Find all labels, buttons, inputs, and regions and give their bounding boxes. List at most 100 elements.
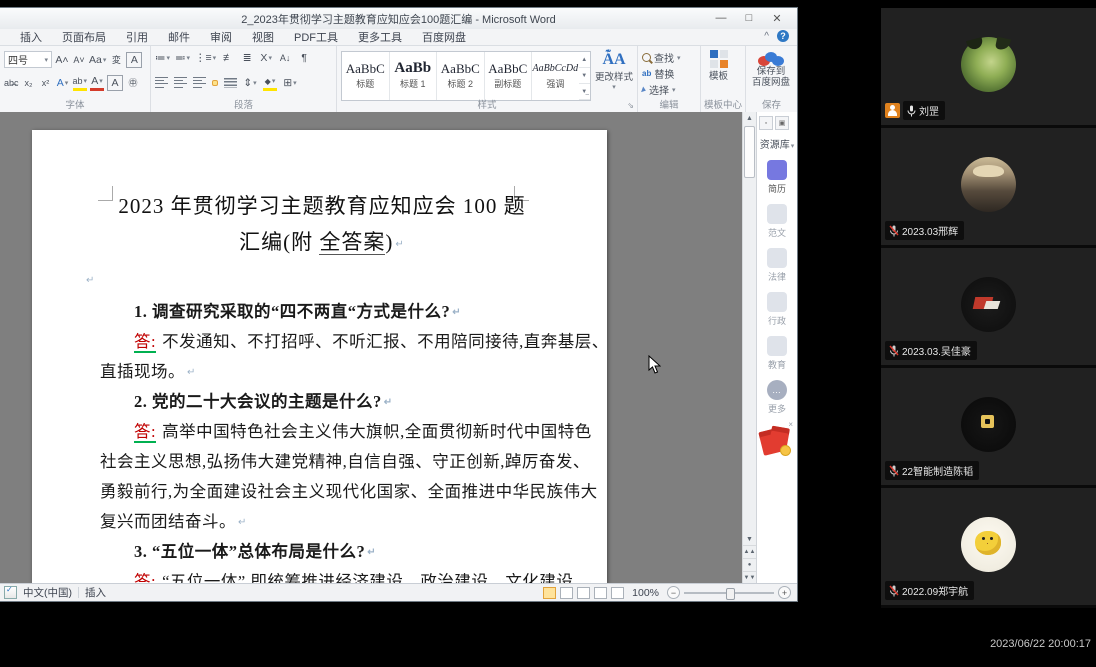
strikethrough-icon[interactable] — [4, 76, 19, 90]
tab-baidu-netdisk[interactable]: 百度网盘 — [412, 29, 476, 45]
templates-group-label[interactable]: 模板中心 — [701, 97, 745, 111]
tab-page-layout[interactable]: 页面布局 — [52, 29, 116, 45]
resource-panel-title[interactable]: 资源库 — [757, 136, 797, 151]
replace-button[interactable]: ab 替换 — [642, 66, 674, 81]
sort-icon[interactable] — [278, 51, 292, 65]
maximize-button[interactable]: □ — [735, 9, 763, 27]
draft-view-icon[interactable] — [611, 587, 624, 599]
gallery-down-icon[interactable]: ▼ — [579, 68, 590, 84]
character-shading-icon[interactable] — [107, 75, 123, 91]
spellcheck-icon[interactable] — [4, 586, 17, 599]
style-card-heading1[interactable]: AaBb 标题 1 — [390, 52, 438, 100]
decrease-indent-icon[interactable] — [221, 51, 235, 65]
scrollbar-thumb[interactable] — [744, 126, 755, 178]
tab-review[interactable]: 审阅 — [200, 29, 242, 45]
paragraph-group-label[interactable]: 段落 — [151, 97, 336, 111]
shrink-font-icon[interactable] — [72, 53, 86, 67]
gallery-up-icon[interactable]: ▲ — [579, 52, 590, 68]
tab-view[interactable]: 视图 — [242, 29, 284, 45]
participant-tile[interactable]: 2023.03.吴佳豪 — [881, 248, 1096, 365]
font-color-icon[interactable] — [90, 74, 104, 91]
font-group-label[interactable]: 字体 — [0, 97, 150, 111]
red-envelope-promo[interactable]: × — [761, 424, 791, 460]
styles-group-label[interactable]: 样式 — [337, 97, 637, 111]
phonetic-guide-icon[interactable] — [109, 53, 123, 67]
resource-item-resume[interactable]: 简历 — [757, 160, 797, 195]
titlebar[interactable]: 2_2023年贯彻学习主题教育应知应会100题汇编 - Microsoft Wo… — [0, 8, 797, 30]
close-promo-icon[interactable]: × — [788, 420, 793, 429]
insert-mode-status[interactable]: 插入 — [85, 585, 106, 600]
select-button[interactable]: 选择 ▾ — [642, 82, 676, 97]
fullscreen-view-icon[interactable] — [560, 587, 573, 599]
enclose-characters-icon[interactable] — [126, 76, 140, 90]
line-spacing-icon[interactable] — [243, 76, 257, 90]
resource-item-admin[interactable]: 行政 — [757, 292, 797, 327]
participant-tile[interactable]: 刘罡 — [881, 8, 1096, 125]
collapse-ribbon-icon[interactable]: ^ — [764, 31, 769, 42]
text-effects-icon[interactable] — [56, 76, 70, 90]
zoom-slider[interactable] — [684, 592, 774, 594]
vertical-scrollbar[interactable]: ▲ ▼ ▲▲ ● ▼▼ — [742, 112, 756, 584]
borders-icon[interactable] — [283, 76, 297, 90]
browse-object-icon[interactable]: ● — [743, 558, 756, 571]
document-page[interactable]: 2023 年贯彻学习主题教育应知应会 100 题 汇编(附 全答案)↵ ↵ 1.… — [32, 130, 607, 584]
help-icon[interactable]: ? — [777, 30, 789, 42]
numbering-icon[interactable] — [175, 51, 190, 65]
scroll-up-icon[interactable]: ▲ — [743, 112, 756, 125]
participant-tile[interactable]: 2023.03邢辉 — [881, 128, 1096, 245]
zoom-out-icon[interactable]: − — [667, 586, 680, 599]
previous-page-icon[interactable]: ▲▲ — [743, 545, 756, 558]
editing-group-label[interactable]: 编辑 — [638, 97, 700, 111]
web-layout-view-icon[interactable] — [577, 587, 590, 599]
panel-collapse-icon[interactable]: ▫ — [759, 116, 773, 130]
font-size-dropdown[interactable]: 四号▾ — [4, 51, 52, 68]
minimize-button[interactable]: — — [707, 9, 735, 27]
resource-item-more[interactable]: … 更多 — [757, 380, 797, 415]
save-group-label[interactable]: 保存 — [746, 97, 797, 111]
distribute-icon[interactable] — [224, 78, 237, 88]
style-card-title[interactable]: AaBbC 标题 — [342, 52, 390, 100]
change-case-icon[interactable] — [89, 53, 106, 67]
superscript-icon[interactable] — [39, 76, 53, 90]
replace-icon: ab — [642, 69, 651, 78]
participant-tile[interactable]: 22智能制造陈韬 — [881, 368, 1096, 485]
character-border-icon[interactable] — [126, 52, 142, 68]
style-card-heading2[interactable]: AaBbC 标题 2 — [437, 52, 485, 100]
language-status[interactable]: 中文(中国) — [23, 585, 72, 600]
align-left-icon[interactable] — [155, 77, 168, 88]
show-marks-icon[interactable] — [297, 51, 311, 65]
shading-icon[interactable] — [263, 74, 277, 91]
template-button[interactable]: 模板 — [709, 50, 728, 82]
tab-pdf-tools[interactable]: PDF工具 — [284, 29, 348, 45]
resource-item-samples[interactable]: 范文 — [757, 204, 797, 239]
save-to-baidu-button[interactable]: 保存到 百度网盘 — [752, 50, 790, 88]
tab-more-tools[interactable]: 更多工具 — [348, 29, 412, 45]
print-layout-view-icon[interactable] — [543, 587, 556, 599]
resource-item-legal[interactable]: 法律 — [757, 248, 797, 283]
tab-mailings[interactable]: 邮件 — [158, 29, 200, 45]
style-card-subtitle[interactable]: AaBbC 副标题 — [485, 52, 533, 100]
zoom-slider-thumb[interactable] — [726, 588, 735, 600]
increase-indent-icon[interactable] — [240, 51, 254, 65]
tab-insert[interactable]: 插入 — [10, 29, 52, 45]
answer-line: 答:“五位一体”,即统筹推进经济建设、政治建设、文化建设、 — [100, 568, 580, 584]
outline-view-icon[interactable] — [594, 587, 607, 599]
multilevel-list-icon[interactable] — [195, 51, 216, 65]
tab-references[interactable]: 引用 — [116, 29, 158, 45]
panel-pin-icon[interactable]: ▣ — [775, 116, 789, 130]
zoom-level[interactable]: 100% — [632, 587, 659, 599]
subscript-icon[interactable] — [22, 76, 36, 90]
close-button[interactable]: ✕ — [763, 9, 791, 27]
align-right-icon[interactable] — [193, 77, 206, 88]
bullets-icon[interactable] — [155, 51, 170, 65]
justify-icon[interactable] — [212, 80, 218, 86]
style-card-emphasis[interactable]: AaBbCcDd 强调 — [532, 52, 579, 100]
resource-item-education[interactable]: 教育 — [757, 336, 797, 371]
asian-layout-icon[interactable] — [259, 51, 273, 65]
grow-font-icon[interactable] — [55, 53, 69, 67]
find-button[interactable]: 查找 ▾ — [642, 50, 681, 65]
highlight-color-icon[interactable] — [73, 74, 88, 91]
align-center-icon[interactable] — [174, 77, 187, 88]
zoom-in-icon[interactable]: + — [778, 586, 791, 599]
participant-tile[interactable]: 2022.09郑宇航 — [881, 488, 1096, 605]
